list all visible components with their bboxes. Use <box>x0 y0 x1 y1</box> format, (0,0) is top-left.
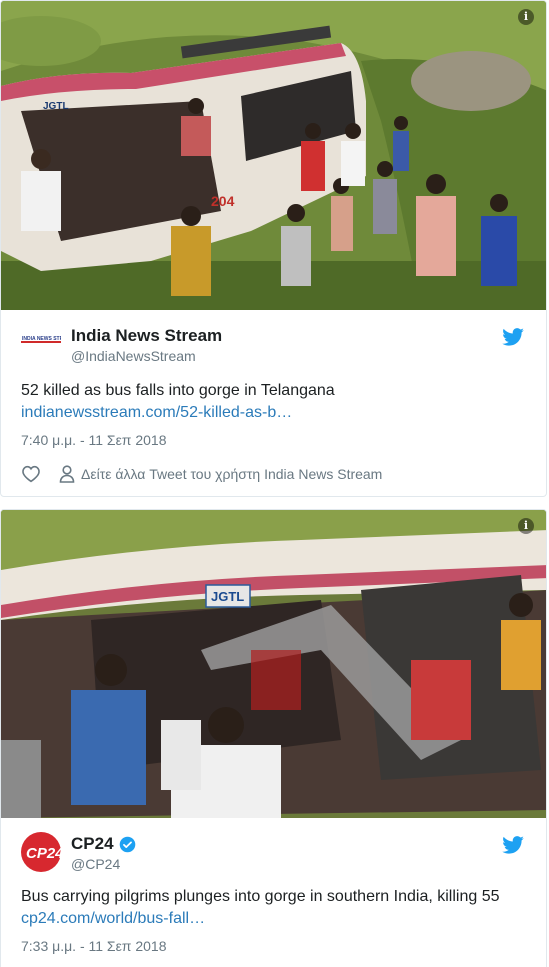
bus-label-2: JGTL <box>211 589 244 604</box>
author-name-text[interactable]: India News Stream <box>71 326 222 346</box>
tweet-body: 52 killed as bus falls into gorge in Tel… <box>21 382 335 399</box>
tweet-1-actions: Δείτε άλλα Tweet του χρήστη India News S… <box>1 462 546 486</box>
bus-number-1: 204 <box>211 193 235 209</box>
tweet-link[interactable]: cp24.com/world/bus-fall… <box>21 910 205 927</box>
tweet-2-photo[interactable]: JGTL i <box>1 510 546 818</box>
heart-icon[interactable] <box>21 465 41 483</box>
avatar[interactable]: INDIA NEWS STREAM <box>21 330 74 351</box>
info-icon[interactable]: i <box>518 518 534 534</box>
tweet-1-photo[interactable]: JGTL 204 i <box>1 1 546 310</box>
avatar[interactable]: CP24 <box>21 832 64 877</box>
tweet-timestamp[interactable]: 7:33 μ.μ. - 11 Σεπ 2018 <box>1 938 546 954</box>
india-news-stream-logo: INDIA NEWS STREAM <box>21 334 74 343</box>
author-name[interactable]: India News Stream <box>71 326 222 346</box>
cp24-logo: CP24 <box>21 832 64 872</box>
author-name[interactable]: CP24 <box>71 834 136 854</box>
verified-badge-icon <box>119 836 135 852</box>
tweet-timestamp[interactable]: 7:40 μ.μ. - 11 Σεπ 2018 <box>1 432 546 448</box>
tweet-card-1: JGTL 204 i INDIA NEWS STREAM <box>0 0 547 497</box>
svg-text:CP24: CP24 <box>26 845 61 862</box>
tweet-body: Bus carrying pilgrims plunges into gorge… <box>21 888 500 905</box>
person-icon <box>59 465 75 483</box>
tweet-1-text: 52 killed as bus falls into gorge in Tel… <box>1 380 546 424</box>
bus-crash-photo-2: JGTL <box>1 510 546 818</box>
info-icon[interactable]: i <box>518 9 534 25</box>
tweet-link[interactable]: indianewsstream.com/52-killed-as-b… <box>21 404 292 421</box>
twitter-bird-icon[interactable] <box>502 836 524 854</box>
author-name-text[interactable]: CP24 <box>71 834 114 854</box>
author-handle[interactable]: @IndiaNewsStream <box>71 348 196 364</box>
tweet-2-text: Bus carrying pilgrims plunges into gorge… <box>1 886 546 930</box>
tweet-2-header: CP24 CP24 @CP24 <box>1 818 546 876</box>
bus-crash-photo-1: JGTL 204 <box>1 1 546 310</box>
author-handle[interactable]: @CP24 <box>71 856 120 872</box>
bus-label-1: JGTL <box>43 101 69 112</box>
tweet-card-2: JGTL i CP24 CP24 @CP24 Bus carrying pilg… <box>0 509 547 967</box>
tweet-1-header: INDIA NEWS STREAM India News Stream @Ind… <box>1 310 546 368</box>
twitter-bird-icon[interactable] <box>502 328 524 346</box>
more-tweets-link[interactable]: Δείτε άλλα Tweet του χρήστη India News S… <box>81 466 382 482</box>
